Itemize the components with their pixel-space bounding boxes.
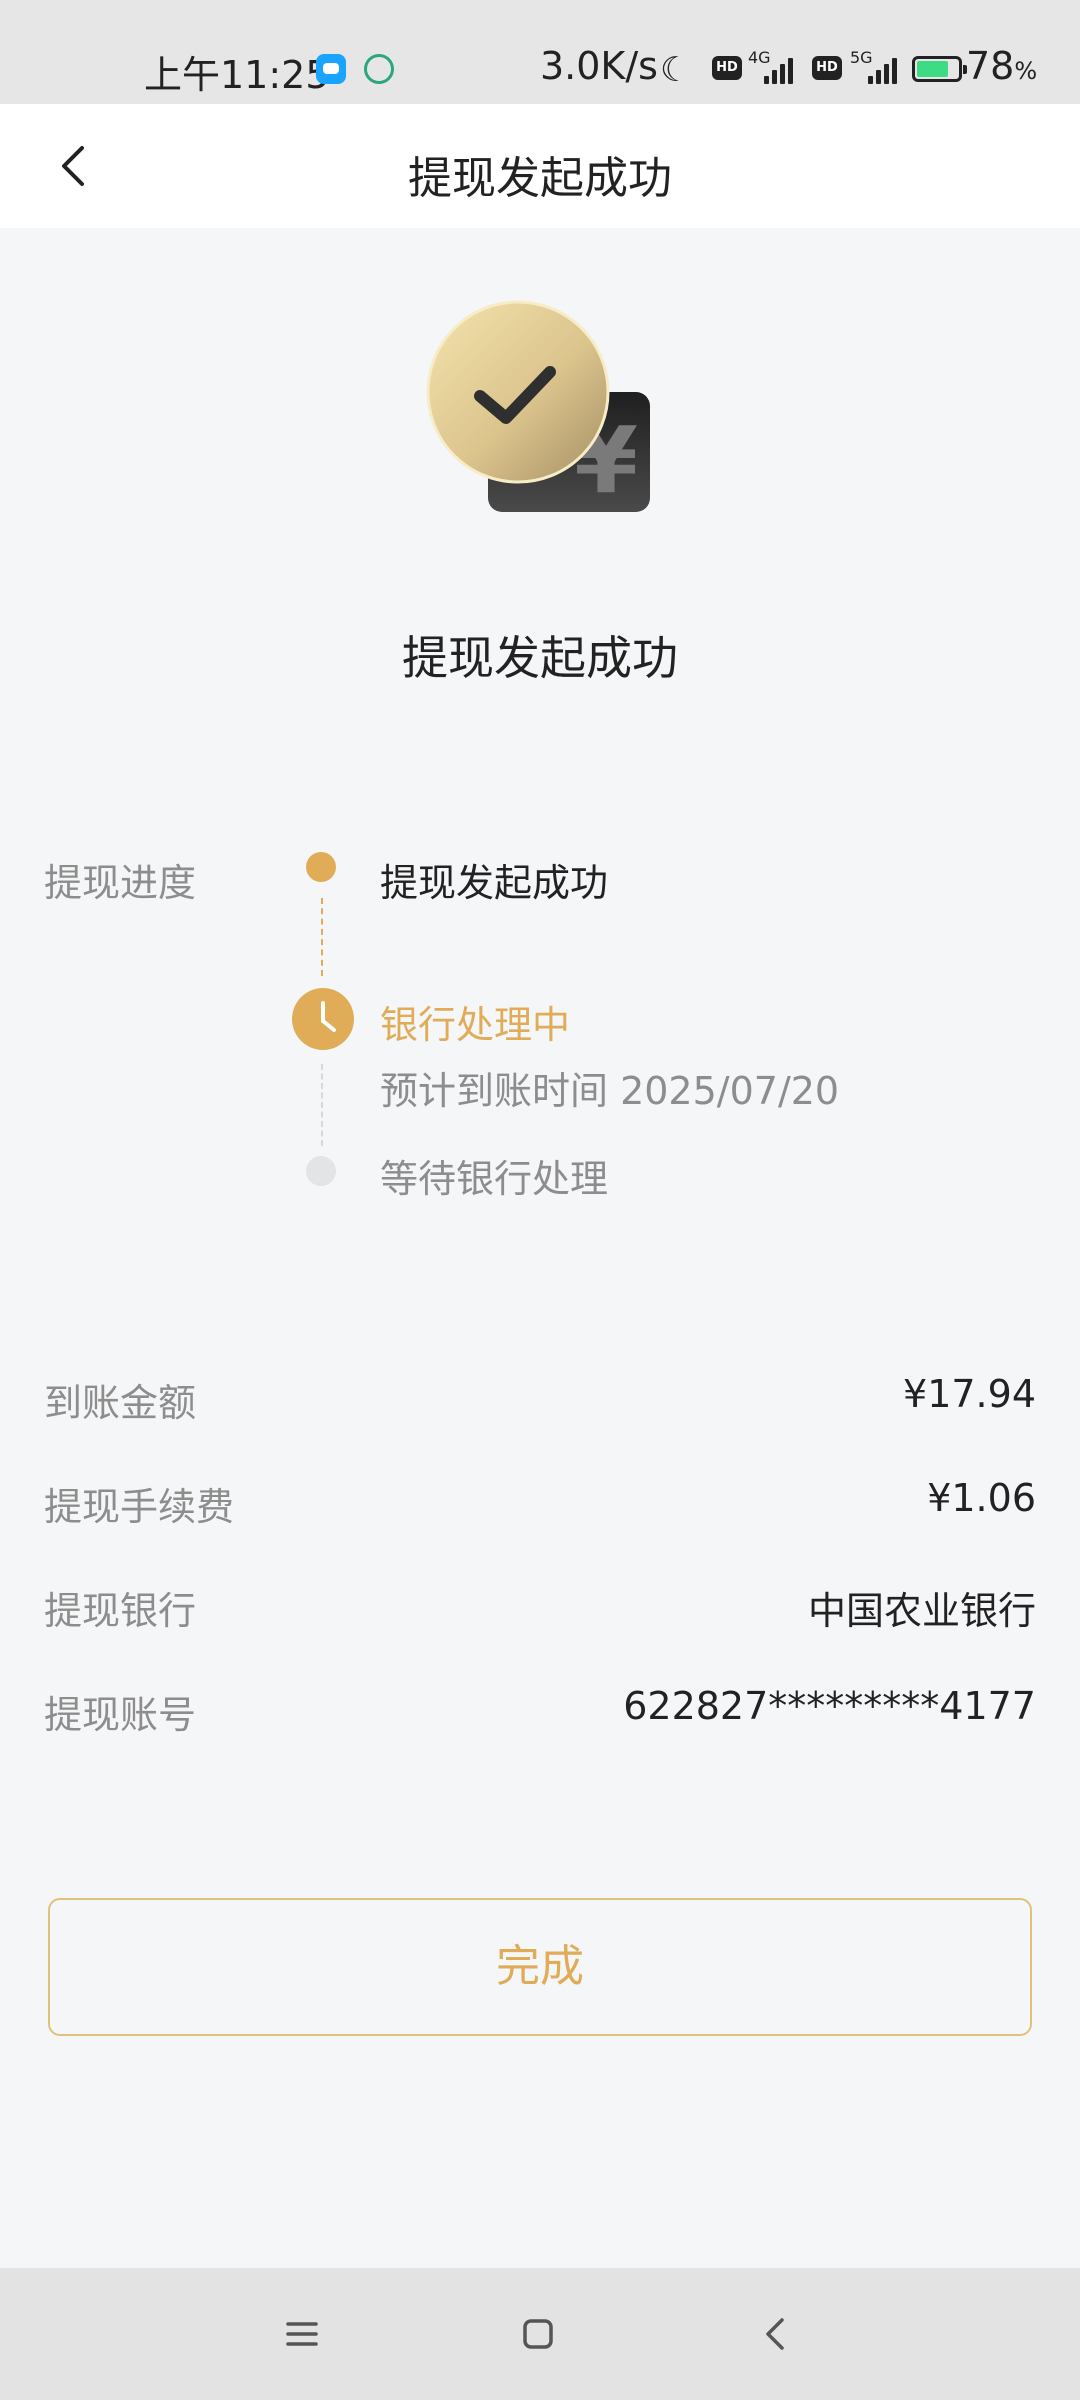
menu-icon[interactable] — [278, 2310, 326, 2358]
signal-icon — [760, 52, 794, 84]
status-bar: 上午11:25 3.0K/s ☾ HD 4G HD 5G 78% — [0, 0, 1080, 104]
step-connector — [321, 898, 323, 976]
step-subtitle: 预计到账时间 2025/07/20 — [380, 1069, 840, 1113]
bank-label: 提现银行 — [44, 1589, 197, 1633]
system-navigation-bar — [0, 2268, 1080, 2400]
app-notification-icon — [364, 54, 394, 84]
step-pending-dot — [306, 1156, 336, 1186]
signal-icon — [864, 52, 898, 84]
step-title: 等待银行处理 — [380, 1157, 609, 1201]
hd-icon: HD — [812, 56, 842, 80]
step-connector — [321, 1064, 323, 1146]
account-label: 提现账号 — [44, 1693, 197, 1737]
withdraw-success-icon: ¥ — [422, 296, 662, 526]
page-title: 提现发起成功 — [408, 153, 672, 204]
clock-icon — [292, 988, 354, 1050]
top-navigation-bar: 提现发起成功 — [0, 104, 1080, 228]
back-icon[interactable] — [752, 2310, 800, 2358]
step-title: 提现发起成功 — [380, 861, 609, 905]
success-title: 提现发起成功 — [402, 631, 678, 685]
bank-value: 中国农业银行 — [807, 1589, 1036, 1633]
home-icon[interactable] — [514, 2310, 562, 2358]
received-amount-label: 到账金额 — [44, 1381, 197, 1425]
step-title: 银行处理中 — [380, 1003, 571, 1047]
step-done-dot — [306, 852, 336, 882]
received-amount-value: ¥17.94 — [903, 1372, 1036, 1416]
fee-value: ¥1.06 — [927, 1476, 1036, 1520]
battery-icon — [912, 56, 967, 82]
network-speed: 3.0K/s — [540, 44, 658, 88]
done-button[interactable]: 完成 — [48, 1898, 1032, 2036]
message-app-icon — [316, 54, 346, 84]
hd-icon: HD — [712, 56, 742, 80]
battery-percent: 78% — [966, 44, 1038, 88]
status-time: 上午11:25 — [144, 53, 330, 97]
progress-label: 提现进度 — [44, 861, 197, 905]
fee-label: 提现手续费 — [44, 1485, 235, 1529]
account-value: 622827*********4177 — [623, 1684, 1036, 1728]
do-not-disturb-icon: ☾ — [660, 50, 691, 90]
